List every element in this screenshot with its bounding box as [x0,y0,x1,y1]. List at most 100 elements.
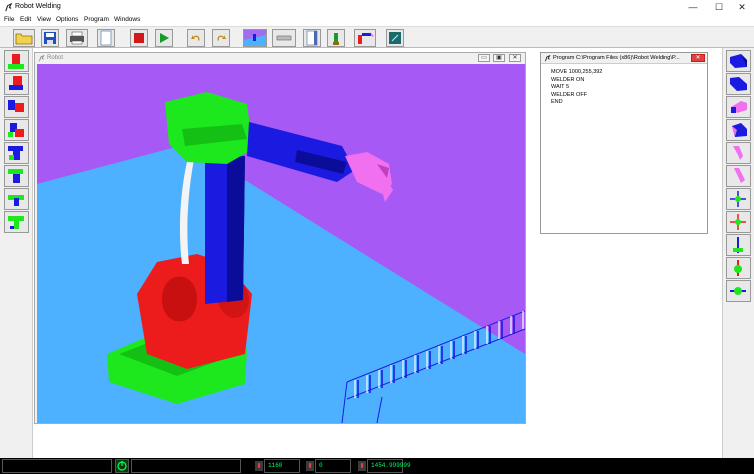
tool-3-button[interactable] [726,96,751,118]
robot-elbow-icon [8,100,24,112]
open-folder-button[interactable] [13,29,35,47]
horizontal-axis-icon [730,287,746,295]
robot-window-maximize[interactable]: ▣ [493,54,505,62]
program-window-close[interactable]: ✕ [691,54,705,62]
robot-window-icon [39,55,45,62]
tool-1-button[interactable] [726,50,751,72]
vertical-axis-icon [733,237,743,253]
save-button[interactable] [41,29,59,47]
program-code[interactable]: MOVE 1000,255,392 WELDER ON WAIT 5 WELDE… [551,69,602,107]
status-bar: ▮ 1160 ▮ 0 ▮ 1454.999999 [0,458,754,474]
joint-1-button[interactable] [4,50,29,72]
program-window-titlebar[interactable]: Program C:\Program Files (x86)\Robot Wel… [541,53,707,64]
program-line[interactable]: END [551,99,602,107]
tool-axis-y-icon [8,216,24,229]
tool-10-button[interactable] [726,257,751,279]
axis-arrows-icon [730,191,746,207]
pink-torch-icon [733,146,743,160]
front-view-icon [306,30,318,46]
redo-button[interactable] [212,29,230,47]
menu-bar: File Edit View Options Program Windows [0,15,754,26]
robot-window-title: Robot [47,55,64,61]
program-line[interactable]: MOVE 1000,255,392 [551,69,602,77]
toolbar [0,26,754,48]
tool-8-button[interactable] [726,211,751,233]
menu-file[interactable]: File [4,16,14,23]
side-view-icon [276,35,292,41]
print-button[interactable] [66,29,88,47]
tool-9-button[interactable] [726,234,751,256]
menu-edit[interactable]: Edit [20,16,31,23]
front-view-button[interactable] [303,29,321,47]
pink-torch-alt-icon [734,168,745,183]
robot-pose-button[interactable] [327,29,345,47]
program-window-icon [545,55,551,62]
undo-button[interactable] [187,29,205,47]
robot-base-rotate-icon [8,54,24,69]
play-icon [160,33,169,43]
robot-wrist-roll-icon [8,123,24,137]
robot-weld-button[interactable] [354,29,376,47]
program-editor-icon [389,32,401,44]
robot-3d-scene[interactable] [37,64,525,423]
program-line[interactable]: WAIT 5 [551,84,602,92]
blue-block-alt-icon [730,77,747,91]
pink-blue-block-icon [732,123,747,137]
printer-icon [70,31,84,45]
stop-button[interactable] [130,29,148,47]
joint-5-button[interactable] [4,142,29,164]
side-view-button[interactable] [272,29,296,47]
menu-options[interactable]: Options [56,16,78,23]
power-indicator[interactable] [115,459,129,473]
robot-view-window[interactable]: Robot ▭ ▣ ✕ [34,52,526,424]
undo-icon [191,35,200,41]
robot-window-titlebar[interactable]: Robot ▭ ▣ ✕ [35,53,525,64]
joint-4-button[interactable] [4,119,29,141]
robot-window-minimize[interactable]: ▭ [478,54,490,62]
tool-5-button[interactable] [726,142,751,164]
close-button[interactable]: ✕ [729,0,754,15]
menu-windows[interactable]: Windows [114,16,140,23]
minimize-button[interactable]: — [680,0,706,15]
tool-x-button[interactable] [4,188,29,210]
x-coordinate-label-icon: ▮ [255,461,263,471]
tool-2-button[interactable] [726,73,751,95]
tool-6-button[interactable] [726,165,751,187]
right-tool-toolbar [722,48,754,458]
play-button[interactable] [155,29,173,47]
folder-icon [15,33,33,45]
window-title: Robot Welding [15,3,61,10]
status-secondary-field [131,459,241,473]
tool-4-button[interactable] [726,119,751,141]
disk-icon [44,32,56,44]
program-window[interactable]: Program C:\Program Files (x86)\Robot Wel… [540,52,708,234]
pink-gripper-icon [731,101,747,113]
perspective-view-button[interactable] [243,29,267,47]
title-bar: Robot Welding — ☐ ✕ [0,0,754,15]
z-coordinate-label-icon: ▮ [358,461,366,471]
blue-block-icon [730,54,747,68]
red-green-axis-icon [734,260,742,276]
robot-wrist-pitch-icon [8,146,23,160]
axis-cross-icon [730,214,746,230]
perspective-view-icon [244,30,266,46]
joint-6-button[interactable] [4,165,29,187]
tool-7-button[interactable] [726,188,751,210]
joint-3-button[interactable] [4,96,29,118]
program-window-title: Program C:\Program Files (x86)\Robot Wel… [553,55,680,61]
menu-program[interactable]: Program [84,16,109,23]
program-editor-button[interactable] [386,29,404,47]
y-coordinate-value: 0 [315,459,351,473]
x-coordinate-value: 1160 [264,459,300,473]
tool-y-button[interactable] [4,211,29,233]
redo-icon [217,35,226,41]
program-line[interactable]: WELDER OFF [551,92,602,100]
status-message-field [2,459,112,473]
tool-11-button[interactable] [726,280,751,302]
program-line[interactable]: WELDER ON [551,77,602,85]
new-page-button[interactable] [97,29,115,47]
joint-2-button[interactable] [4,73,29,95]
menu-view[interactable]: View [37,16,51,23]
robot-window-close[interactable]: ✕ [509,54,521,62]
app-icon [5,3,13,12]
